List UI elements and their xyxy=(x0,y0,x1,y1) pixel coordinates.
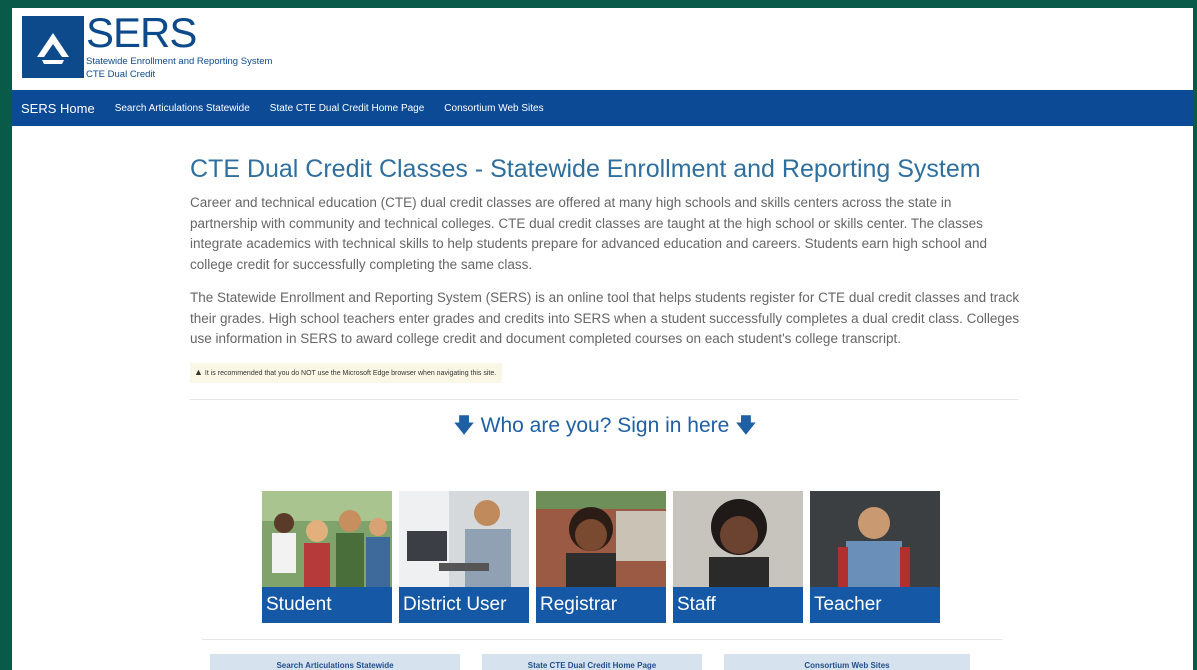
role-card-registrar[interactable]: Registrar xyxy=(536,491,666,623)
nav-search-articulations[interactable]: Search Articulations Statewide xyxy=(115,103,250,114)
site-header: SERS Statewide Enrollment and Reporting … xyxy=(12,8,1193,90)
sers-logo-icon[interactable] xyxy=(22,16,84,78)
footer-state-cte-home-button[interactable]: State CTE Dual Credit Home Page xyxy=(482,654,702,670)
signin-text: Who are you? Sign in here xyxy=(480,413,730,437)
browser-warning: ▲ It is recommended that you do NOT use t… xyxy=(190,362,503,383)
role-card-teacher[interactable]: Teacher xyxy=(810,491,940,623)
main-nav: SERS Home Search Articulations Statewide… xyxy=(12,90,1193,126)
main-content: CTE Dual Credit Classes - Statewide Enro… xyxy=(190,154,1020,439)
warning-text: It is recommended that you do NOT use th… xyxy=(204,369,497,377)
logo-subtitle: Statewide Enrollment and Reporting Syste… xyxy=(86,56,273,67)
registrar-photo xyxy=(536,491,666,587)
role-cards: Student District User Registrar Staff Te… xyxy=(262,491,947,623)
browser-page: SERS Statewide Enrollment and Reporting … xyxy=(12,8,1193,670)
footer-search-articulations-button[interactable]: Search Articulations Statewide xyxy=(210,654,460,670)
footer-buttons: Search Articulations Statewide State CTE… xyxy=(12,654,1193,670)
role-label-student: Student xyxy=(262,587,392,623)
role-label-registrar: Registrar xyxy=(536,587,666,623)
signin-heading: 🡇 Who are you? Sign in here 🡇 xyxy=(190,413,1020,439)
staff-photo xyxy=(673,491,803,587)
divider xyxy=(190,398,1018,400)
logo-subtitle-2: CTE Dual Credit xyxy=(86,69,156,80)
arrow-down-icon: 🡇 xyxy=(453,413,475,437)
warning-icon: ▲ xyxy=(194,366,203,377)
role-card-staff[interactable]: Staff xyxy=(673,491,803,623)
role-card-district-user[interactable]: District User xyxy=(399,491,529,623)
logo-text: SERS Statewide Enrollment and Reporting … xyxy=(86,9,273,81)
role-label-teacher: Teacher xyxy=(810,587,940,623)
page-title: CTE Dual Credit Classes - Statewide Enro… xyxy=(190,155,981,183)
arrow-down-icon: 🡇 xyxy=(735,413,757,437)
logo-title: SERS xyxy=(86,9,197,56)
district-user-photo xyxy=(399,491,529,587)
divider xyxy=(202,639,1002,640)
intro-paragraph: Career and technical education (CTE) dua… xyxy=(190,195,987,272)
role-label-district-user: District User xyxy=(399,587,529,623)
sers-paragraph: The Statewide Enrollment and Reporting S… xyxy=(190,290,1020,346)
nav-home[interactable]: SERS Home xyxy=(21,101,95,116)
teacher-photo xyxy=(810,491,940,587)
footer-consortium-sites-button[interactable]: Consortium Web Sites xyxy=(724,654,970,670)
nav-consortium-sites[interactable]: Consortium Web Sites xyxy=(444,103,543,114)
role-label-staff: Staff xyxy=(673,587,803,623)
role-card-student[interactable]: Student xyxy=(262,491,392,623)
student-photo xyxy=(262,491,392,587)
nav-state-cte-home[interactable]: State CTE Dual Credit Home Page xyxy=(270,103,425,114)
